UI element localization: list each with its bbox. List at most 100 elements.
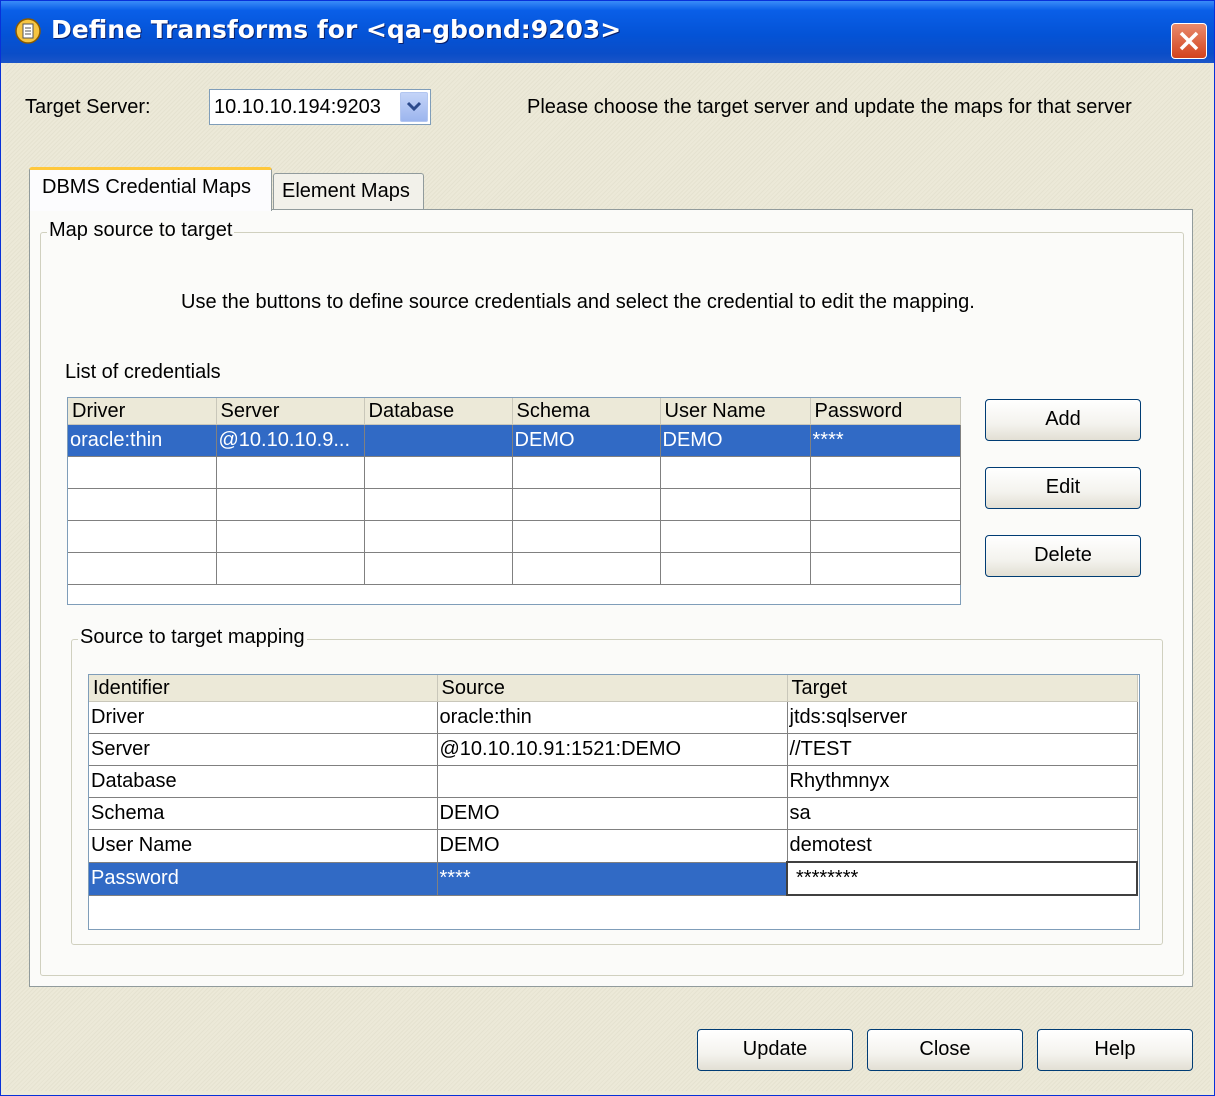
close-icon <box>1179 31 1199 51</box>
table-cell[interactable] <box>810 552 961 585</box>
table-cell[interactable] <box>512 456 661 489</box>
help-button[interactable]: Help <box>1037 1029 1193 1071</box>
table-row[interactable]: Schema DEMO sa <box>89 797 1138 830</box>
table-cell[interactable] <box>364 424 513 457</box>
close-window-button[interactable] <box>1171 23 1207 59</box>
table-cell[interactable] <box>512 552 661 585</box>
table-cell[interactable]: Password <box>89 862 438 896</box>
table-row[interactable]: Database Rhythmnyx <box>89 765 1138 798</box>
table-cell[interactable]: Schema <box>89 797 438 830</box>
table-row[interactable] <box>68 552 961 585</box>
tab-dbms-credential-maps[interactable]: DBMS Credential Maps <box>29 167 272 211</box>
column-header[interactable]: Identifier <box>89 675 438 702</box>
table-row[interactable]: oracle:thin @10.10.10.9... DEMO DEMO ***… <box>68 424 961 457</box>
table-cell[interactable] <box>364 520 513 553</box>
column-header[interactable]: Server <box>216 398 365 425</box>
table-cell[interactable]: jtds:sqlserver <box>787 701 1138 734</box>
instructions-text: Use the buttons to define source credent… <box>181 291 975 313</box>
column-header[interactable]: Database <box>364 398 513 425</box>
target-server-hint: Please choose the target server and upda… <box>527 96 1132 118</box>
table-cell[interactable] <box>216 488 365 521</box>
column-header[interactable]: Driver <box>68 398 217 425</box>
window-title: Define Transforms for <qa-gbond:9203> <box>51 15 622 44</box>
target-server-label: Target Server: <box>25 96 151 118</box>
table-cell[interactable] <box>810 488 961 521</box>
table-cell[interactable]: DEMO <box>437 829 788 863</box>
dialog-window: Define Transforms for <qa-gbond:9203> Ta… <box>0 0 1215 1096</box>
table-cell[interactable]: DEMO <box>437 797 788 830</box>
table-cell[interactable] <box>364 456 513 489</box>
tab-element-maps[interactable]: Element Maps <box>273 173 424 209</box>
add-button[interactable]: Add <box>985 399 1141 441</box>
delete-button[interactable]: Delete <box>985 535 1141 577</box>
table-cell[interactable] <box>437 765 788 798</box>
table-cell[interactable] <box>364 552 513 585</box>
credentials-table[interactable]: Driver Server Database Schema User Name … <box>67 397 961 605</box>
table-cell[interactable] <box>68 520 217 553</box>
table-cell[interactable] <box>216 520 365 553</box>
table-cell[interactable] <box>216 552 365 585</box>
table-cell[interactable]: Server <box>89 733 438 766</box>
source-to-target-mapping-group: Source to target mapping Identifier Sour… <box>71 626 1163 945</box>
table-cell[interactable] <box>364 488 513 521</box>
mapping-table[interactable]: Identifier Source Target Driver oracle:t… <box>88 674 1140 930</box>
tab-panel: Map source to target Use the buttons to … <box>29 209 1193 987</box>
table-cell[interactable]: oracle:thin <box>68 424 217 457</box>
group-legend: Map source to target <box>47 219 235 242</box>
close-button[interactable]: Close <box>867 1029 1023 1071</box>
table-cell[interactable]: DEMO <box>512 424 661 457</box>
group-legend: Source to target mapping <box>78 626 307 649</box>
table-cell[interactable]: Rhythmnyx <box>787 765 1138 798</box>
column-header[interactable]: Password <box>810 398 961 425</box>
table-cell[interactable]: @10.10.10.91:1521:DEMO <box>437 733 788 766</box>
table-cell[interactable] <box>660 456 811 489</box>
target-server-select[interactable]: 10.10.10.194:9203 <box>209 89 431 125</box>
target-server-value: 10.10.10.194:9203 <box>214 96 381 118</box>
table-row[interactable]: Driver oracle:thin jtds:sqlserver <box>89 701 1138 734</box>
table-cell[interactable] <box>68 488 217 521</box>
app-icon <box>15 18 41 44</box>
table-cell[interactable]: DEMO <box>660 424 811 457</box>
table-cell[interactable]: oracle:thin <box>437 701 788 734</box>
chevron-down-icon <box>406 101 422 112</box>
table-cell[interactable] <box>512 520 661 553</box>
table-cell[interactable]: //TEST <box>787 733 1138 766</box>
table-cell[interactable]: @10.10.10.9... <box>216 424 365 457</box>
table-cell[interactable]: **** <box>810 424 961 457</box>
table-cell[interactable] <box>660 520 811 553</box>
table-header: Identifier Source Target <box>89 675 1138 702</box>
table-cell[interactable] <box>68 552 217 585</box>
update-button[interactable]: Update <box>697 1029 853 1071</box>
table-cell[interactable] <box>512 488 661 521</box>
dialog-body: Target Server: 10.10.10.194:9203 Please … <box>5 63 1210 1091</box>
table-row[interactable]: Password **** ******** <box>89 861 1138 896</box>
table-cell[interactable]: demotest <box>787 829 1138 863</box>
table-cell[interactable] <box>810 456 961 489</box>
table-row[interactable] <box>68 456 961 489</box>
table-cell[interactable] <box>660 552 811 585</box>
title-bar[interactable]: Define Transforms for <qa-gbond:9203> <box>1 1 1214 63</box>
column-header[interactable]: Schema <box>512 398 661 425</box>
table-cell[interactable] <box>660 488 811 521</box>
column-header[interactable]: User Name <box>660 398 811 425</box>
password-edit-field[interactable]: ******** <box>786 861 1138 896</box>
table-row[interactable] <box>68 488 961 521</box>
table-cell[interactable] <box>216 456 365 489</box>
table-cell[interactable] <box>68 456 217 489</box>
table-row[interactable]: User Name DEMO demotest <box>89 829 1138 863</box>
table-cell[interactable]: Driver <box>89 701 438 734</box>
table-cell[interactable]: Database <box>89 765 438 798</box>
credentials-list-label: List of credentials <box>65 361 221 383</box>
column-header[interactable]: Source <box>437 675 788 702</box>
table-header: Driver Server Database Schema User Name … <box>68 398 961 425</box>
column-header[interactable]: Target <box>787 675 1138 702</box>
table-cell[interactable] <box>810 520 961 553</box>
table-cell[interactable]: sa <box>787 797 1138 830</box>
table-cell[interactable]: User Name <box>89 829 438 863</box>
map-source-to-target-group: Map source to target Use the buttons to … <box>40 219 1184 976</box>
edit-button[interactable]: Edit <box>985 467 1141 509</box>
table-row[interactable] <box>68 520 961 553</box>
table-row[interactable]: Server @10.10.10.91:1521:DEMO //TEST <box>89 733 1138 766</box>
table-cell[interactable]: **** <box>437 862 788 896</box>
dropdown-button[interactable] <box>400 92 428 122</box>
